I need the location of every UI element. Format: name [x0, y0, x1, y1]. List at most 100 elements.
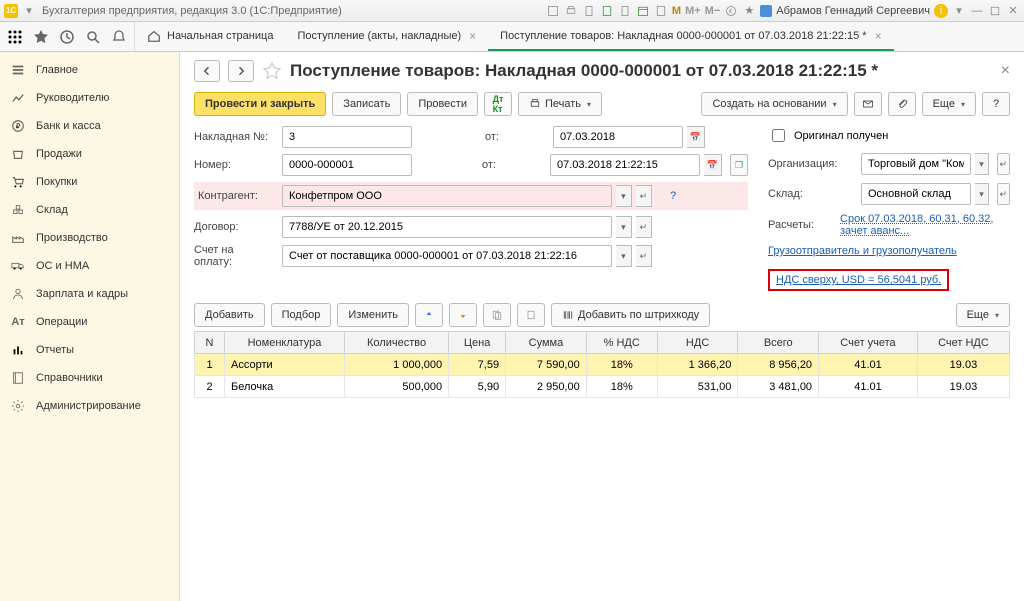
info-icon[interactable]: i	[934, 4, 948, 18]
dropdown-button[interactable]: ▾	[616, 245, 632, 267]
col-nomenclature: Номенклатура	[225, 332, 345, 354]
sidebar-item-main[interactable]: Главное	[0, 56, 179, 84]
sidebar-item-reports[interactable]: Отчеты	[0, 336, 179, 364]
close-document-icon[interactable]: ×	[1001, 62, 1010, 80]
clipboard-icon[interactable]	[582, 4, 596, 18]
star-small-icon[interactable]: ★	[742, 4, 756, 18]
calendar-button[interactable]: 📅	[687, 126, 705, 148]
close-icon[interactable]: ×	[469, 29, 476, 43]
dropdown-button[interactable]: ▾	[975, 153, 988, 175]
open-button[interactable]: ↵	[997, 153, 1010, 175]
help-button[interactable]: ?	[982, 92, 1010, 116]
doc-icon[interactable]	[600, 4, 614, 18]
add-by-barcode-button[interactable]: Добавить по штрихкоду	[551, 303, 710, 327]
shipper-link[interactable]: Грузоотправитель и грузополучатель	[768, 245, 957, 257]
write-button[interactable]: Записать	[332, 92, 401, 116]
help-link[interactable]: ?	[660, 190, 740, 202]
contractor-input[interactable]	[282, 185, 612, 207]
post-and-close-button[interactable]: Провести и закрыть	[194, 92, 326, 116]
sidebar-item-bank[interactable]: ₽Банк и касса	[0, 112, 179, 140]
sidebar-item-production[interactable]: Производство	[0, 224, 179, 252]
table-row[interactable]: 2 Белочка 500,000 5,90 2 950,00 18% 531,…	[195, 376, 1010, 398]
print-icon[interactable]	[564, 4, 578, 18]
more-button[interactable]: Еще▾	[922, 92, 976, 116]
open-button[interactable]: ↵	[636, 185, 652, 207]
nav-forward-button[interactable]	[228, 60, 254, 82]
dt-kt-button[interactable]: ДтКт	[484, 92, 512, 116]
app-icon[interactable]	[546, 4, 560, 18]
sidebar-item-operations[interactable]: АтОперации	[0, 308, 179, 336]
from-label: от:	[485, 131, 545, 143]
m-plus-icon[interactable]: М+	[685, 5, 701, 17]
vat-link[interactable]: НДС сверху, USD = 56,5041 руб.	[776, 274, 941, 286]
open-button[interactable]: ↵	[636, 245, 652, 267]
dropdown-icon[interactable]: ▾	[22, 4, 36, 18]
org-input[interactable]	[861, 153, 971, 175]
table-more-button[interactable]: Еще▾	[956, 303, 1010, 327]
select-button[interactable]: Подбор	[271, 303, 332, 327]
move-down-button[interactable]	[449, 303, 477, 327]
paste-button[interactable]	[517, 303, 545, 327]
col-sum: Сумма	[506, 332, 587, 354]
number-date-input[interactable]	[550, 154, 700, 176]
sidebar-item-admin[interactable]: Администрирование	[0, 392, 179, 420]
sidebar-item-sales[interactable]: Продажи	[0, 140, 179, 168]
nav-back-button[interactable]	[194, 60, 220, 82]
star-toolbar-icon[interactable]	[32, 28, 50, 46]
sidebar-item-purchases[interactable]: Покупки	[0, 168, 179, 196]
new-page-icon[interactable]: ❐	[730, 154, 748, 176]
table-row[interactable]: 1 Ассорти 1 000,000 7,59 7 590,00 18% 1 …	[195, 354, 1010, 376]
back-circle-icon[interactable]	[724, 4, 738, 18]
warehouse-input[interactable]	[861, 183, 971, 205]
search-icon[interactable]	[84, 28, 102, 46]
envelope-button[interactable]	[854, 92, 882, 116]
dropdown-button[interactable]: ▾	[616, 216, 632, 238]
move-up-button[interactable]	[415, 303, 443, 327]
maximize-icon[interactable]	[988, 4, 1002, 18]
dropdown-button[interactable]: ▾	[616, 185, 632, 207]
dropdown-button[interactable]: ▾	[975, 183, 988, 205]
tab-current-doc[interactable]: Поступление товаров: Накладная 0000-0000…	[488, 22, 893, 51]
attach-button[interactable]	[888, 92, 916, 116]
copy-button[interactable]	[483, 303, 511, 327]
sidebar-item-leader[interactable]: Руководителю	[0, 84, 179, 112]
m-large-icon[interactable]: М	[672, 5, 681, 17]
close-window-icon[interactable]: ✕	[1006, 4, 1020, 18]
page-icon[interactable]	[618, 4, 632, 18]
add-row-button[interactable]: Добавить	[194, 303, 265, 327]
calendar-icon[interactable]	[636, 4, 650, 18]
apps-grid-icon[interactable]	[6, 28, 24, 46]
tab-home[interactable]: Начальная страница	[135, 22, 285, 51]
dropdown2-icon[interactable]: ▾	[952, 4, 966, 18]
post-button[interactable]: Провести	[407, 92, 478, 116]
open-button[interactable]: ↵	[636, 216, 652, 238]
original-received-checkbox[interactable]: Оригинал получен	[768, 126, 1010, 145]
items-table[interactable]: N Номенклатура Количество Цена Сумма % Н…	[194, 331, 1010, 398]
sidebar-item-salary[interactable]: Зарплата и кадры	[0, 280, 179, 308]
settlements-link[interactable]: Срок 07.03.2018, 60.31, 60.32, зачет ава…	[840, 213, 1010, 237]
bell-icon[interactable]	[110, 28, 128, 46]
calc-icon[interactable]	[654, 4, 668, 18]
minimize-icon[interactable]: —	[970, 4, 984, 18]
sidebar-item-warehouse[interactable]: Склад	[0, 196, 179, 224]
contract-input[interactable]	[282, 216, 612, 238]
close-icon[interactable]: ×	[875, 29, 882, 43]
invoice-date-input[interactable]	[553, 126, 683, 148]
edit-button[interactable]: Изменить	[337, 303, 409, 327]
calendar-button[interactable]: 📅	[704, 154, 722, 176]
col-vat-account: Счет НДС	[917, 332, 1009, 354]
m-minus-icon[interactable]: М−	[705, 5, 721, 17]
favorite-icon[interactable]	[262, 61, 282, 81]
create-based-button[interactable]: Создать на основании▾	[701, 92, 847, 116]
history-icon[interactable]	[58, 28, 76, 46]
tab-receipts[interactable]: Поступление (акты, накладные) ×	[285, 22, 488, 51]
sidebar-item-assets[interactable]: ОС и НМА	[0, 252, 179, 280]
open-button[interactable]: ↵	[997, 183, 1010, 205]
print-button[interactable]: Печать▾	[518, 92, 602, 116]
number-input[interactable]	[282, 154, 412, 176]
original-checkbox[interactable]	[772, 129, 785, 142]
invoice-no-input[interactable]	[282, 126, 412, 148]
from-label-2: от:	[482, 159, 542, 171]
pay-invoice-input[interactable]	[282, 245, 612, 267]
sidebar-item-directories[interactable]: Справочники	[0, 364, 179, 392]
